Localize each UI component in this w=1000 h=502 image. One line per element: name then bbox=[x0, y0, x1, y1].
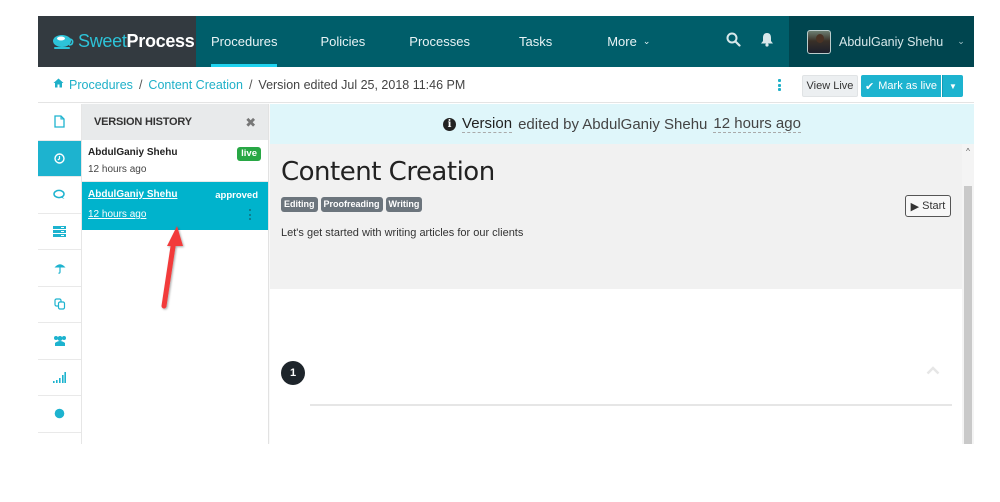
notifications-button[interactable] bbox=[760, 16, 774, 67]
avatar bbox=[807, 29, 831, 54]
scroll-up-arrow[interactable]: ^ bbox=[962, 144, 974, 158]
home-icon[interactable] bbox=[53, 78, 64, 91]
sidebar-item-version-history[interactable] bbox=[38, 140, 81, 177]
scrollbar-thumb[interactable] bbox=[964, 186, 972, 444]
procedure-header: Content Creation Editing Proofreading Wr… bbox=[270, 144, 962, 289]
search-icon bbox=[726, 32, 741, 52]
user-name: AbdulGaniy Shehu bbox=[839, 34, 944, 49]
status-badge: approved bbox=[215, 190, 258, 201]
version-time: 12 hours ago bbox=[88, 164, 147, 175]
brand-logo[interactable]: SweetProcess bbox=[38, 16, 196, 67]
search-button[interactable] bbox=[726, 16, 741, 67]
cup-logo-icon bbox=[52, 34, 74, 50]
chevron-down-icon: ⌄ bbox=[957, 36, 965, 46]
page-title: Content Creation bbox=[281, 157, 495, 187]
nav-processes[interactable]: Processes bbox=[409, 16, 470, 67]
start-button[interactable]: ▶ Start bbox=[905, 195, 951, 217]
banner-time-ago: 12 hours ago bbox=[713, 115, 801, 133]
chevron-up-icon[interactable] bbox=[926, 362, 940, 378]
nav-processes-label: Processes bbox=[409, 34, 470, 49]
version-list-item-selected[interactable]: AbdulGaniy Shehu 12 hours ago approved bbox=[82, 182, 268, 230]
tag[interactable]: Proofreading bbox=[320, 197, 383, 212]
gear-icon bbox=[54, 408, 65, 419]
users-icon bbox=[53, 335, 67, 347]
nav-policies[interactable]: Policies bbox=[320, 16, 365, 67]
breadcrumb-current: Version edited Jul 25, 2018 11:46 PM bbox=[258, 77, 466, 92]
nav-tasks-label: Tasks bbox=[518, 34, 553, 49]
nav-procedures[interactable]: Procedures bbox=[196, 16, 292, 67]
nav-more-label: More bbox=[607, 34, 637, 49]
breadcrumb-procedures[interactable]: Procedures bbox=[69, 78, 133, 92]
tag-list: Editing Proofreading Writing bbox=[281, 197, 423, 212]
view-live-label: View Live bbox=[806, 80, 854, 92]
brand-name: SweetProcess bbox=[78, 31, 195, 52]
sidebar-item-policies[interactable] bbox=[38, 250, 81, 287]
version-history-title: VERSION HISTORY bbox=[94, 116, 192, 128]
procedure-scroll-area: Content Creation Editing Proofreading Wr… bbox=[270, 144, 974, 444]
sidebar-item-copy[interactable] bbox=[38, 287, 81, 323]
sidebar-item-settings[interactable] bbox=[38, 396, 81, 433]
version-options-icon[interactable] bbox=[249, 209, 252, 220]
list-icon bbox=[53, 225, 66, 237]
more-options-icon[interactable] bbox=[778, 79, 782, 91]
step-divider bbox=[310, 404, 952, 406]
banner-edited-by: edited by AbdulGaniy Shehu bbox=[518, 115, 708, 133]
step-number-badge: 1 bbox=[281, 361, 305, 385]
version-info-banner: i Version edited by AbdulGaniy Shehu 12 … bbox=[270, 104, 974, 144]
sidebar-item-comments[interactable] bbox=[38, 177, 81, 214]
version-author: AbdulGaniy Shehu bbox=[88, 147, 178, 158]
copy-icon bbox=[53, 298, 66, 310]
document-icon bbox=[54, 115, 65, 128]
brand-name-process: Process bbox=[126, 31, 195, 51]
version-history-panel: VERSION HISTORY ✖ AbdulGaniy Shehu 12 ho… bbox=[82, 104, 269, 444]
main-content: i Version edited by AbdulGaniy Shehu 12 … bbox=[270, 104, 974, 444]
play-icon: ▶ bbox=[910, 200, 920, 213]
app-window: SweetProcess Procedures Policies Process… bbox=[38, 16, 974, 444]
live-badge: live bbox=[237, 147, 261, 161]
info-icon: i bbox=[443, 117, 457, 131]
version-list-item[interactable]: AbdulGaniy Shehu 12 hours ago live bbox=[82, 140, 268, 182]
procedure-description: Let's get started with writing articles … bbox=[281, 227, 524, 239]
comments-icon bbox=[53, 189, 66, 200]
clock-icon bbox=[54, 153, 65, 164]
chevron-down-icon: ⌄ bbox=[642, 36, 651, 46]
tag[interactable]: Writing bbox=[385, 197, 423, 212]
close-icon[interactable]: ✖ bbox=[245, 115, 256, 131]
nav-policies-label: Policies bbox=[320, 34, 366, 49]
sidebar-item-document[interactable] bbox=[38, 104, 81, 141]
check-icon: ✔ bbox=[865, 80, 875, 93]
caret-down-icon: ▼ bbox=[949, 81, 957, 91]
sidebar-item-reports[interactable] bbox=[38, 360, 81, 396]
brand-name-sweet: Sweet bbox=[78, 31, 127, 51]
mark-as-live-dropdown-toggle[interactable]: ▼ bbox=[942, 75, 963, 97]
bell-icon bbox=[760, 32, 774, 52]
version-time-link[interactable]: 12 hours ago bbox=[88, 209, 262, 220]
start-label: Start bbox=[922, 200, 946, 212]
sidebar-item-team[interactable] bbox=[38, 323, 81, 360]
version-history-header: VERSION HISTORY ✖ bbox=[82, 104, 268, 140]
umbrella-icon bbox=[54, 262, 66, 274]
breadcrumb-content-creation[interactable]: Content Creation bbox=[148, 78, 243, 92]
icon-sidebar bbox=[38, 104, 82, 444]
sidebar-item-list[interactable] bbox=[38, 214, 81, 250]
signal-icon bbox=[53, 371, 66, 383]
tag[interactable]: Editing bbox=[281, 197, 318, 212]
scrollbar[interactable]: ^ bbox=[962, 144, 974, 444]
nav-tasks[interactable]: Tasks bbox=[519, 16, 552, 67]
breadcrumb-separator: / bbox=[248, 77, 253, 92]
banner-version-word: Version bbox=[462, 115, 513, 133]
nav-more-dropdown[interactable]: More ⌄ bbox=[607, 16, 650, 67]
top-navigation: SweetProcess Procedures Policies Process… bbox=[38, 16, 974, 67]
mark-as-live-button[interactable]: ✔ Mark as live bbox=[861, 75, 941, 97]
view-live-button[interactable]: View Live bbox=[802, 75, 858, 97]
mark-as-live-label: Mark as live bbox=[878, 80, 937, 92]
breadcrumb-bar: Procedures / Content Creation / Version … bbox=[38, 67, 974, 103]
breadcrumb-separator: / bbox=[138, 77, 143, 92]
nav-procedures-label: Procedures bbox=[211, 34, 278, 49]
user-menu[interactable]: AbdulGaniy Shehu ⌄ bbox=[789, 16, 974, 67]
